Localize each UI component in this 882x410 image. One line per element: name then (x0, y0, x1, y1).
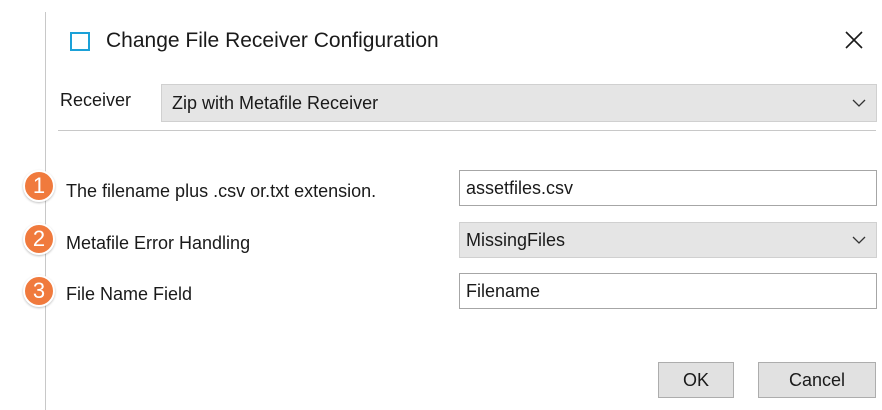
step-badge-1: 1 (23, 170, 55, 202)
dialog-title: Change File Receiver Configuration (106, 29, 439, 52)
close-icon (845, 31, 863, 49)
chevron-down-icon (852, 99, 866, 107)
file-name-field-input[interactable] (459, 273, 877, 309)
receiver-selected-value: Zip with Metafile Receiver (172, 92, 379, 113)
window-icon (70, 32, 90, 51)
filename-extension-label: The filename plus .csv or.txt extension. (66, 181, 377, 201)
step-badge-2: 2 (23, 223, 55, 255)
separator (58, 130, 876, 131)
dialog-window: Change File Receiver Configuration Recei… (23, 0, 882, 410)
metafile-error-handling-dropdown[interactable]: MissingFiles (459, 222, 877, 258)
ok-button[interactable]: OK (658, 362, 734, 398)
step-badge-3: 3 (23, 275, 55, 307)
close-button[interactable] (836, 22, 872, 58)
receiver-dropdown[interactable]: Zip with Metafile Receiver (161, 84, 877, 122)
filename-input[interactable] (459, 170, 877, 206)
receiver-label: Receiver (60, 90, 132, 110)
metafile-error-handling-label: Metafile Error Handling (66, 233, 251, 253)
metafile-error-handling-value: MissingFiles (466, 229, 566, 250)
file-name-field-label: File Name Field (66, 284, 193, 304)
cancel-button[interactable]: Cancel (758, 362, 876, 398)
chevron-down-icon (852, 236, 866, 244)
